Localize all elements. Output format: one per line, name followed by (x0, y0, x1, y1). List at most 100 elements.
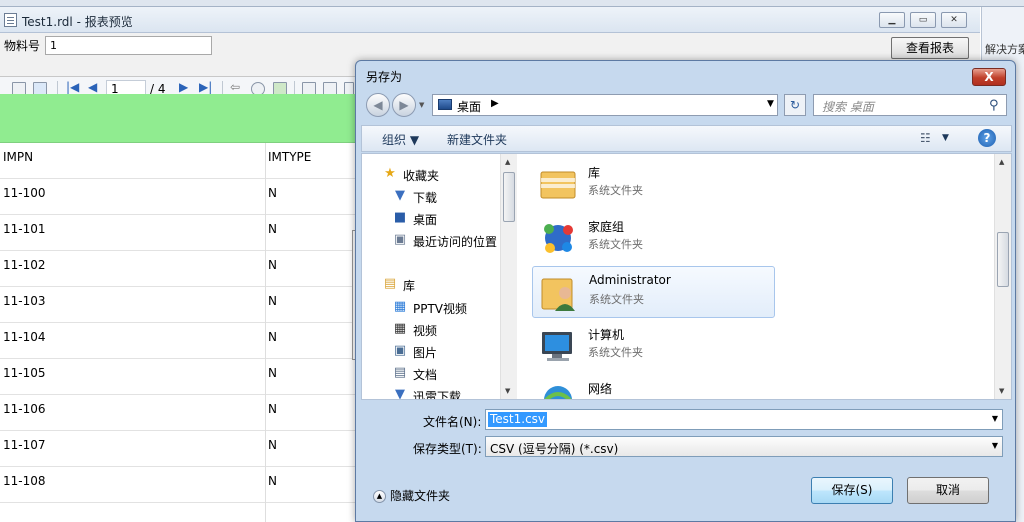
breadcrumb-arrow-icon[interactable]: ▶ (491, 98, 499, 109)
dialog-close-button[interactable]: X (972, 68, 1006, 86)
scroll-thumb[interactable] (503, 172, 515, 222)
recent-locations-icon[interactable]: ▼ (419, 101, 424, 109)
filename-value[interactable]: Test1.csv (488, 412, 548, 427)
address-dropdown-icon[interactable]: ▼ (767, 99, 774, 109)
report-titlebar: Test1.rdl - 报表预览 ▁ ▭ ✕ (0, 7, 980, 33)
filename-input[interactable]: Test1.csv ▼ (485, 409, 1003, 430)
imtype-cell: N (268, 186, 277, 200)
scroll-up-icon[interactable]: ▲ (999, 158, 1004, 166)
file-name: 计算机 (588, 328, 625, 342)
filetype-dropdown-icon[interactable]: ▼ (992, 441, 998, 450)
file-name: 家庭组 (588, 220, 625, 234)
minimize-button[interactable]: ▁ (879, 12, 905, 28)
back-arrow-icon[interactable]: ◀ (366, 93, 390, 117)
imtype-cell: N (268, 222, 277, 236)
scroll-down-icon[interactable]: ▼ (999, 387, 1004, 395)
scroll-thumb[interactable] (997, 232, 1009, 287)
last-page-icon[interactable]: ▶| (199, 80, 212, 94)
nav-label: 视频 (413, 324, 438, 338)
report-header-band (0, 94, 360, 143)
report-table: IMPN IMTYPE 11-100 N 11-101 N 11-102 N 11-1… (0, 143, 356, 503)
pictures-library-icon: ▣ (393, 343, 407, 358)
nav-pane-scrollbar[interactable]: ▲ ▼ (500, 154, 517, 399)
homegroup-icon (544, 224, 573, 253)
imtype-cell: N (268, 330, 277, 344)
impn-cell: 11-104 (3, 330, 46, 344)
impn-cell: 11-106 (3, 402, 46, 416)
view-options-icon[interactable]: ☷ (920, 131, 931, 145)
desktop-icon (438, 99, 452, 110)
imtype-cell: N (268, 402, 277, 416)
file-name: 库 (588, 166, 601, 180)
filetype-value: CSV (逗号分隔) (*.csv) (490, 442, 619, 456)
cancel-button[interactable]: 取消 (907, 477, 989, 504)
back-icon[interactable]: ⇦ (230, 80, 240, 94)
view-dropdown-icon[interactable]: ▼ (942, 133, 949, 143)
impn-cell: 11-100 (3, 186, 46, 200)
nav-label: 最近访问的位置 (413, 235, 498, 249)
filetype-label: 保存类型(T): (413, 442, 482, 456)
file-item-library[interactable]: 库 系统文件夹 (532, 158, 775, 210)
file-browser-area: ★ 收藏夹 ▼ 下载 ■ 桌面 ▣ 最近访问的位置 ▤ 库 ▦ PPTV视频 ▦… (361, 153, 1012, 400)
file-name: 网络 (588, 382, 613, 396)
material-number-label: 物料号 (4, 39, 41, 53)
file-type: 系统文件夹 (588, 346, 643, 359)
view-report-button[interactable]: 查看报表 (891, 37, 969, 59)
imtype-cell: N (268, 258, 277, 272)
nav-label: 图片 (413, 346, 438, 360)
impn-cell: 11-107 (3, 438, 46, 452)
nav-label: 库 (403, 279, 416, 293)
file-list-scrollbar[interactable]: ▲ ▼ (994, 154, 1011, 399)
maximize-button[interactable]: ▭ (910, 12, 936, 28)
search-box[interactable]: 搜索 桌面 ⚲ (813, 94, 1007, 116)
table-row: 11-106 N (0, 395, 356, 431)
table-row: 11-102 N (0, 251, 356, 287)
address-location[interactable]: 桌面 (457, 98, 481, 115)
navigation-pane: ★ 收藏夹 ▼ 下载 ■ 桌面 ▣ 最近访问的位置 ▤ 库 ▦ PPTV视频 ▦… (362, 154, 499, 400)
report-window-title: Test1.rdl - 报表预览 (22, 15, 133, 29)
search-icon[interactable]: ⚲ (989, 98, 999, 113)
previous-page-icon[interactable]: ◀ (88, 80, 97, 94)
impn-cell: 11-102 (3, 258, 46, 272)
forward-arrow-icon[interactable]: ▶ (392, 93, 416, 117)
download-folder-icon: ▼ (395, 387, 405, 400)
close-window-button[interactable]: ✕ (941, 12, 967, 28)
library-icon: ▤ (383, 276, 397, 291)
impn-cell: 11-105 (3, 366, 46, 380)
table-row: 11-105 N (0, 359, 356, 395)
scroll-up-icon[interactable]: ▲ (505, 158, 510, 166)
network-icon (544, 386, 572, 399)
computer-icon (542, 332, 572, 361)
background-toolbar-strip (0, 0, 1024, 7)
imtype-cell: N (268, 294, 277, 308)
filetype-select[interactable]: CSV (逗号分隔) (*.csv) ▼ (485, 436, 1003, 457)
help-icon[interactable]: ? (978, 129, 996, 147)
new-folder-button[interactable]: 新建文件夹 (447, 131, 507, 148)
documents-library-icon: ▤ (393, 365, 407, 380)
address-bar[interactable]: 桌面 ▶ ▼ (432, 94, 778, 116)
file-item-administrator[interactable]: Administrator 系统文件夹 (532, 266, 775, 318)
column-header-imtype: IMTYPE (268, 150, 312, 164)
material-number-input[interactable]: 1 (45, 36, 212, 55)
table-row: 11-108 N (0, 467, 356, 503)
table-row: 11-101 N (0, 215, 356, 251)
save-button[interactable]: 保存(S) (811, 477, 893, 504)
table-row: 11-103 N (0, 287, 356, 323)
nav-label: PPTV视频 (413, 302, 468, 316)
imtype-cell: N (268, 474, 277, 488)
scroll-down-icon[interactable]: ▼ (505, 387, 510, 395)
filename-dropdown-icon[interactable]: ▼ (992, 414, 998, 423)
file-item-network[interactable]: 网络 (532, 374, 775, 399)
file-item-computer[interactable]: 计算机 系统文件夹 (532, 320, 775, 372)
column-divider (265, 143, 266, 522)
hide-folders-button[interactable]: ▲ 隐藏文件夹 (373, 487, 450, 504)
file-item-homegroup[interactable]: 家庭组 系统文件夹 (532, 212, 775, 264)
nav-label: 迅雷下载 (413, 390, 462, 399)
next-page-icon[interactable]: ▶ (179, 80, 188, 94)
collapse-up-icon: ▲ (373, 490, 386, 503)
refresh-icon[interactable]: ↻ (784, 94, 806, 116)
table-header-row: IMPN IMTYPE (0, 143, 356, 179)
first-page-icon[interactable]: |◀ (66, 80, 79, 94)
imtype-cell: N (268, 438, 277, 452)
organize-menu[interactable]: 组织 ▼ (382, 131, 419, 148)
